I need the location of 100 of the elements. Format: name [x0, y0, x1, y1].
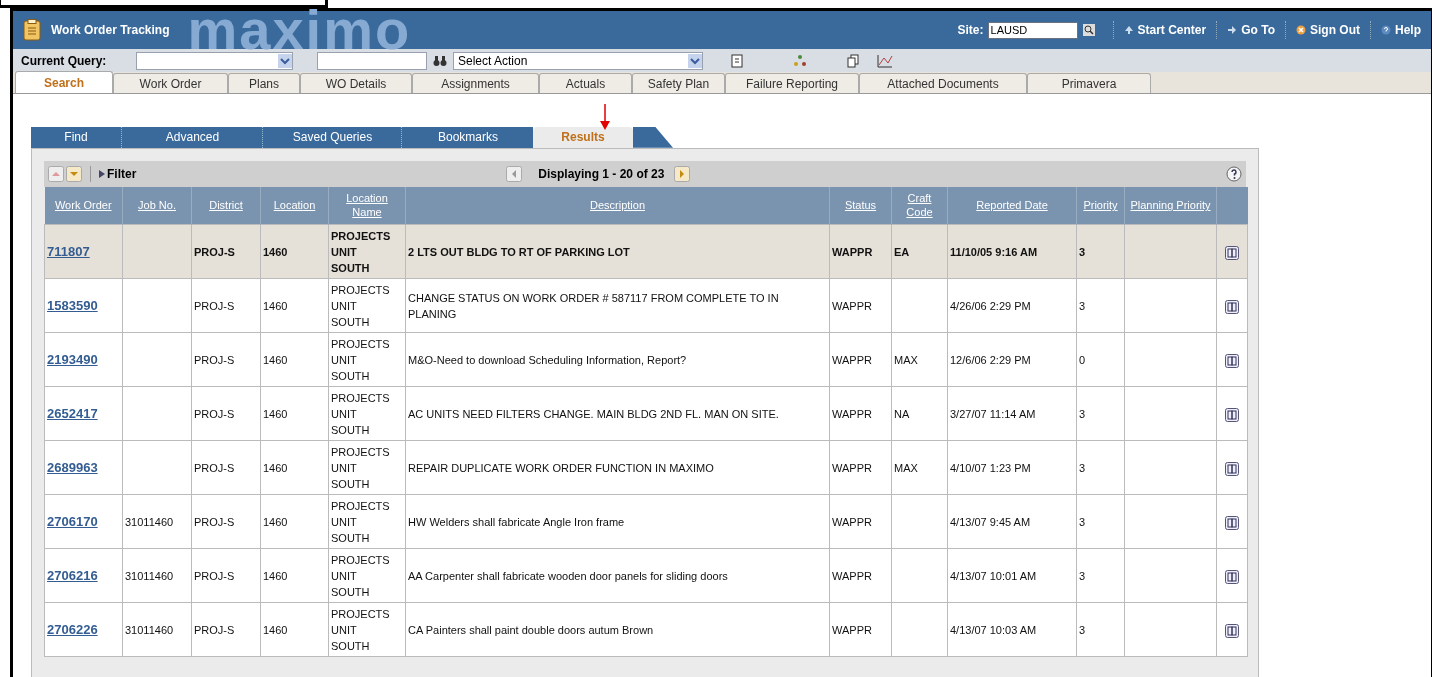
table-cell: WAPPR: [832, 353, 872, 366]
table-cell-text: PROJECTS UNIT SOUTH: [331, 606, 391, 654]
triangle-icon: [99, 169, 105, 178]
subtab[interactable]: Find: [31, 126, 121, 148]
table-cell: M&O-Need to download Scheduling Information, Report?: [408, 353, 687, 366]
work-order-link[interactable]: 1583590: [47, 297, 98, 313]
table-row[interactable]: 2706170 31011460 PROJ-S 1460 PROJECTS UNIT SOUTH HW Welders shall fabricate Angle Iron frame WAPPR 4/13/07 9:45 AM 3: [44, 494, 1248, 549]
table-cell: 1460: [263, 461, 288, 474]
table-cell: AC UNITS NEED FILTERS CHANGE. MAIN BLDG 2ND FL. MAN ON SITE.: [408, 407, 779, 420]
table-cell: 3: [1079, 245, 1086, 258]
table-cell: PROJ-S: [194, 515, 235, 528]
tab[interactable]: Failure Reporting: [725, 73, 859, 93]
tab[interactable]: Attached Documents: [859, 73, 1027, 93]
table-cell: WAPPR: [832, 623, 872, 636]
table-row[interactable]: 1583590 PROJ-S 1460 PROJECTS UNIT SOUTH CHANGE STATUS ON WORK ORDER # 587117 FROM COMPLETE TO IN PLANING WAPPR 4/26/06 2:29 PM 3: [44, 278, 1248, 333]
detail-icon[interactable]: [1225, 353, 1239, 368]
table-cell-text: PROJECTS UNIT SOUTH: [331, 228, 391, 276]
table-cell: WAPPR: [832, 461, 872, 474]
arrow-icon: [1227, 25, 1238, 35]
help-icon[interactable]: [1226, 165, 1242, 182]
table-cell: PROJ-S: [194, 245, 235, 258]
tab[interactable]: Actuals: [539, 73, 632, 93]
site-field[interactable]: LAUSD: [987, 21, 1078, 39]
filter-link[interactable]: Filter: [99, 164, 137, 183]
clipboard-icon: [23, 19, 41, 41]
work-order-link[interactable]: 2706226: [47, 621, 98, 637]
table-row[interactable]: 2706226 31011460 PROJ-S 1460 PROJECTS UNIT SOUTH CA Painters shall paint double doors autum Brown WAPPR 4/13/07 10:03 AM 3: [44, 602, 1248, 657]
table-cell: 4/13/07 10:03 AM: [950, 623, 1037, 636]
table-row[interactable]: 711807 PROJ-S 1460 PROJECTS UNIT SOUTH 2 LTS OUT BLDG TO RT OF PARKING LOT WAPPR EA 11/10/05 9:16 AM 3: [44, 224, 1248, 279]
detail-icon[interactable]: [1225, 515, 1239, 530]
help-icon: [1381, 25, 1391, 35]
detail-icon[interactable]: [1225, 461, 1239, 476]
table-cell: AA Carpenter shall fabricate wooden door panels for sliding doors: [408, 569, 728, 582]
table-cell-text: PROJECTS UNIT SOUTH: [331, 444, 391, 492]
workflow-icon[interactable]: [793, 53, 807, 68]
nav-link[interactable]: Start Center: [1123, 21, 1207, 39]
detail-icon[interactable]: [1225, 245, 1239, 260]
tab[interactable]: Assignments: [412, 73, 539, 93]
table-cell: PROJ-S: [194, 299, 235, 312]
table-cell: HW Welders shall fabricate Angle Iron frame: [408, 515, 625, 528]
table-cell: 31011460: [125, 515, 174, 528]
table-cell: 1460: [263, 623, 288, 636]
table-cell: WAPPR: [832, 515, 872, 528]
work-order-link[interactable]: 2689963: [47, 459, 98, 475]
binoculars-icon[interactable]: [433, 54, 447, 67]
chart-icon[interactable]: [877, 53, 893, 68]
nav-link[interactable]: Go To: [1227, 21, 1275, 39]
work-order-link[interactable]: 2706170: [47, 513, 98, 529]
document-icon[interactable]: [731, 53, 743, 68]
table-cell: PROJ-S: [194, 407, 235, 420]
table-cell: WAPPR: [832, 299, 872, 312]
table-cell: PROJ-S: [194, 353, 235, 366]
table-cell: 3: [1079, 407, 1086, 420]
table-cell: MAX: [894, 353, 918, 366]
tab[interactable]: Search: [15, 71, 113, 93]
subtab[interactable]: Advanced: [123, 126, 262, 148]
copy-icon[interactable]: [847, 53, 859, 68]
detail-icon[interactable]: [1225, 623, 1239, 638]
tab[interactable]: Work Order: [113, 73, 228, 93]
nav-link[interactable]: Help: [1381, 21, 1421, 39]
table-row[interactable]: 2652417 PROJ-S 1460 PROJECTS UNIT SOUTH AC UNITS NEED FILTERS CHANGE. MAIN BLDG 2ND FL. MAN ON SITE. WAPPR NA 3/27/07 11:14 AM 3: [44, 386, 1248, 441]
tab[interactable]: Safety Plan: [632, 73, 725, 93]
work-order-link[interactable]: 2193490: [47, 351, 98, 367]
subtab[interactable]: Bookmarks: [403, 126, 533, 148]
table-cell: 3: [1079, 515, 1086, 528]
table-row[interactable]: 2193490 PROJ-S 1460 PROJECTS UNIT SOUTH M&O-Need to download Scheduling Information, Report? WAPPR MAX 12/6/06 2:29 PM 0: [44, 332, 1248, 387]
table-cell: PROJ-S: [194, 569, 235, 582]
table-row[interactable]: 2689963 PROJ-S 1460 PROJECTS UNIT SOUTH REPAIR DUPLICATE WORK ORDER FUNCTION IN MAXIMO WAPPR MAX 4/10/07 1:23 PM 3: [44, 440, 1248, 495]
detail-icon[interactable]: [1225, 569, 1239, 584]
dropdown-icon: [688, 53, 702, 68]
detail-icon[interactable]: [1225, 407, 1239, 422]
table-row[interactable]: 2706216 31011460 PROJ-S 1460 PROJECTS UNIT SOUTH AA Carpenter shall fabricate wooden door panels for sliding doors WAPPR 4/13/07 10:01 AM 3: [44, 548, 1248, 603]
work-order-link[interactable]: 711807: [47, 243, 90, 259]
arrow-icon: [1123, 25, 1134, 35]
subtab[interactable]: Saved Queries: [264, 126, 401, 148]
query-dropdown[interactable]: [136, 51, 293, 70]
search-field[interactable]: [317, 51, 427, 70]
nav-link[interactable]: Sign Out: [1296, 21, 1360, 39]
annotation-arrow: [600, 104, 610, 130]
action-dropdown[interactable]: Select Action: [453, 51, 703, 70]
table-cell: 12/6/06 2:29 PM: [950, 353, 1031, 366]
work-order-link[interactable]: 2652417: [47, 405, 98, 421]
detail-icon[interactable]: [1225, 299, 1239, 314]
lookup-icon[interactable]: [1082, 24, 1095, 36]
table-cell-text: PROJECTS UNIT SOUTH: [331, 282, 391, 330]
table-cell: 1460: [263, 353, 288, 366]
work-order-link[interactable]: 2706216: [47, 567, 98, 583]
tab[interactable]: Primavera: [1027, 73, 1151, 93]
app-title: Work Order Tracking: [51, 22, 170, 39]
table-cell-text: PROJECTS UNIT SOUTH: [331, 552, 391, 600]
table-cell: 31011460: [125, 569, 174, 582]
table-cell: WAPPR: [832, 245, 873, 258]
table-cell: 4/13/07 9:45 AM: [950, 515, 1031, 528]
paging-text: Displaying 1 - 20 of 23: [538, 165, 665, 183]
tab[interactable]: Plans: [228, 73, 300, 93]
tab[interactable]: WO Details: [300, 73, 412, 93]
table-cell: WAPPR: [832, 569, 872, 582]
table-cell: 1460: [263, 407, 288, 420]
close-icon: [1296, 25, 1306, 35]
table-cell: 3: [1079, 461, 1086, 474]
